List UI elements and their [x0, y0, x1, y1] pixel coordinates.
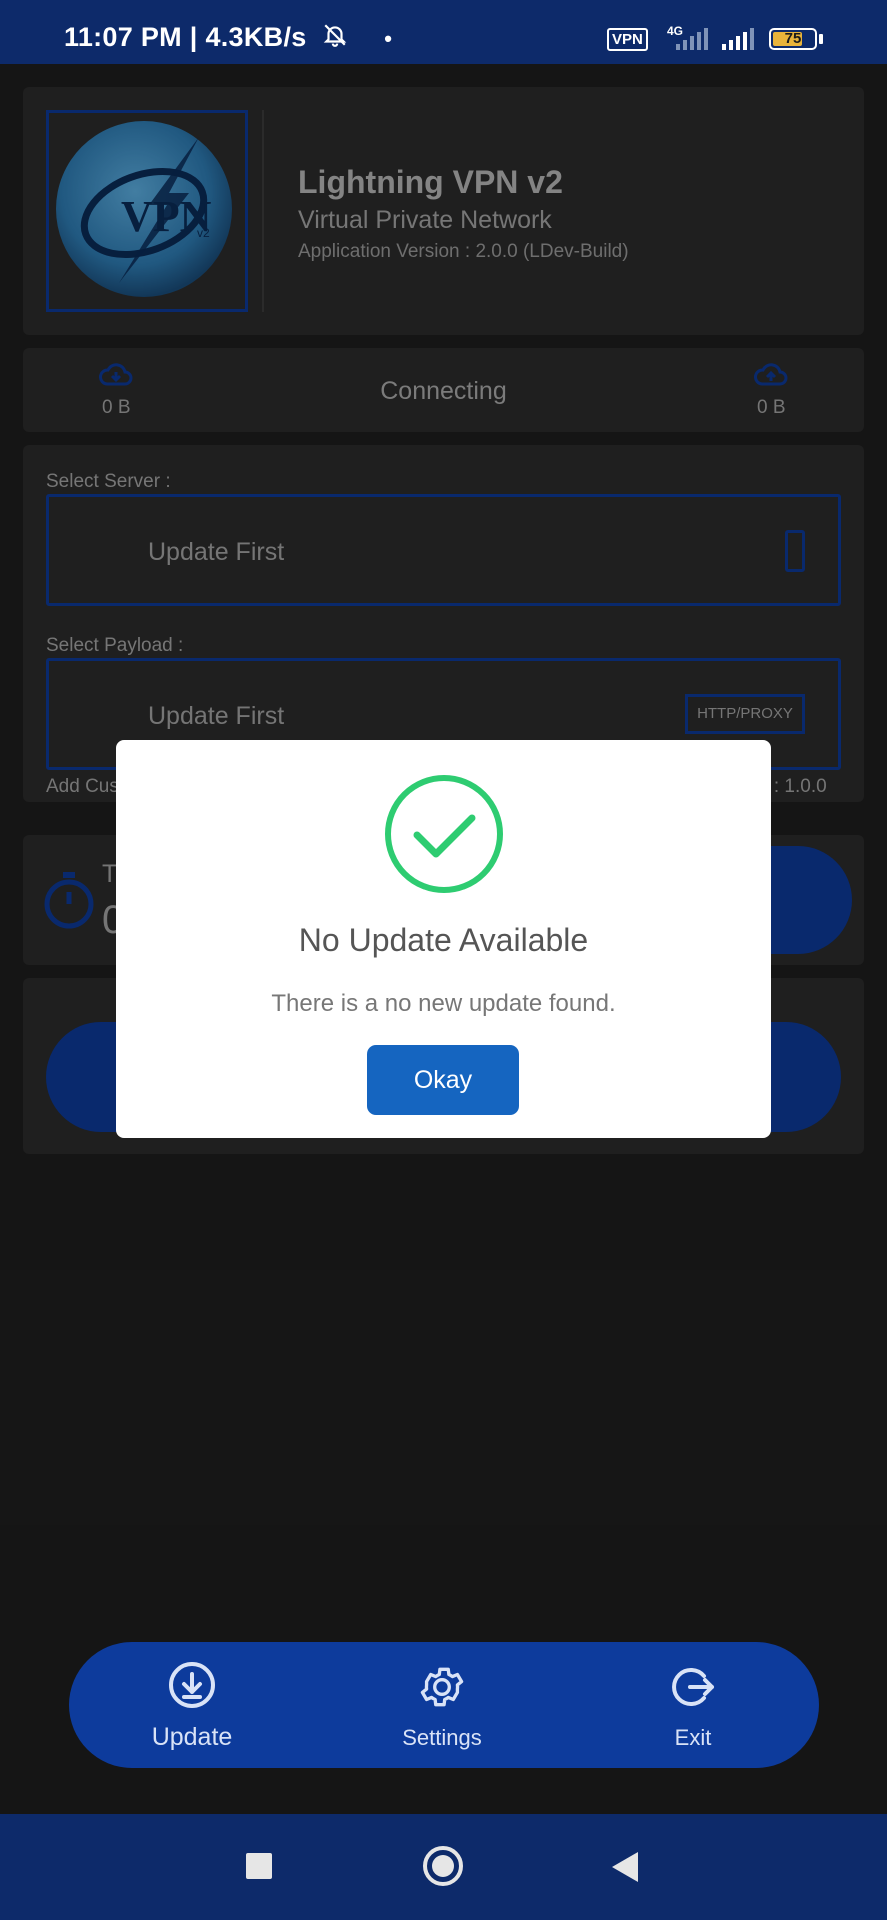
notification-dot-icon: • [384, 25, 393, 51]
exit-icon [672, 1668, 714, 1706]
nav-update[interactable]: Update [102, 1660, 282, 1752]
battery-tip [819, 34, 823, 44]
dialog-message: There is a no new update found. [271, 990, 616, 1017]
status-left: 11:07 PM | 4.3KB/s • [64, 22, 392, 55]
nav-exit[interactable]: Exit [603, 1662, 783, 1751]
signal-4g-icon [676, 28, 708, 50]
bell-muted-icon [322, 22, 348, 55]
signal-icon [722, 28, 754, 50]
recents-icon[interactable] [246, 1853, 272, 1879]
home-icon[interactable] [422, 1845, 464, 1887]
dialog-title: No Update Available [298, 922, 589, 958]
gear-icon [420, 1667, 464, 1707]
nav-exit-label: Exit [674, 1725, 712, 1750]
battery-level: 75 [784, 30, 802, 47]
back-icon[interactable] [610, 1850, 640, 1884]
nav-settings[interactable]: Settings [352, 1662, 532, 1751]
status-bar: 11:07 PM | 4.3KB/s • VPN 4G 75 [0, 0, 887, 64]
success-check-icon [385, 775, 503, 893]
nav-update-label: Update [151, 1723, 233, 1751]
vpn-badge: VPN [607, 28, 648, 51]
nav-settings-label: Settings [402, 1725, 482, 1750]
status-time: 11:07 PM [64, 22, 182, 52]
download-circle-icon [169, 1662, 215, 1708]
status-speed: 4.3KB/s [205, 22, 307, 52]
okay-button[interactable]: Okay [367, 1045, 519, 1115]
battery-icon: 75 [769, 28, 817, 50]
